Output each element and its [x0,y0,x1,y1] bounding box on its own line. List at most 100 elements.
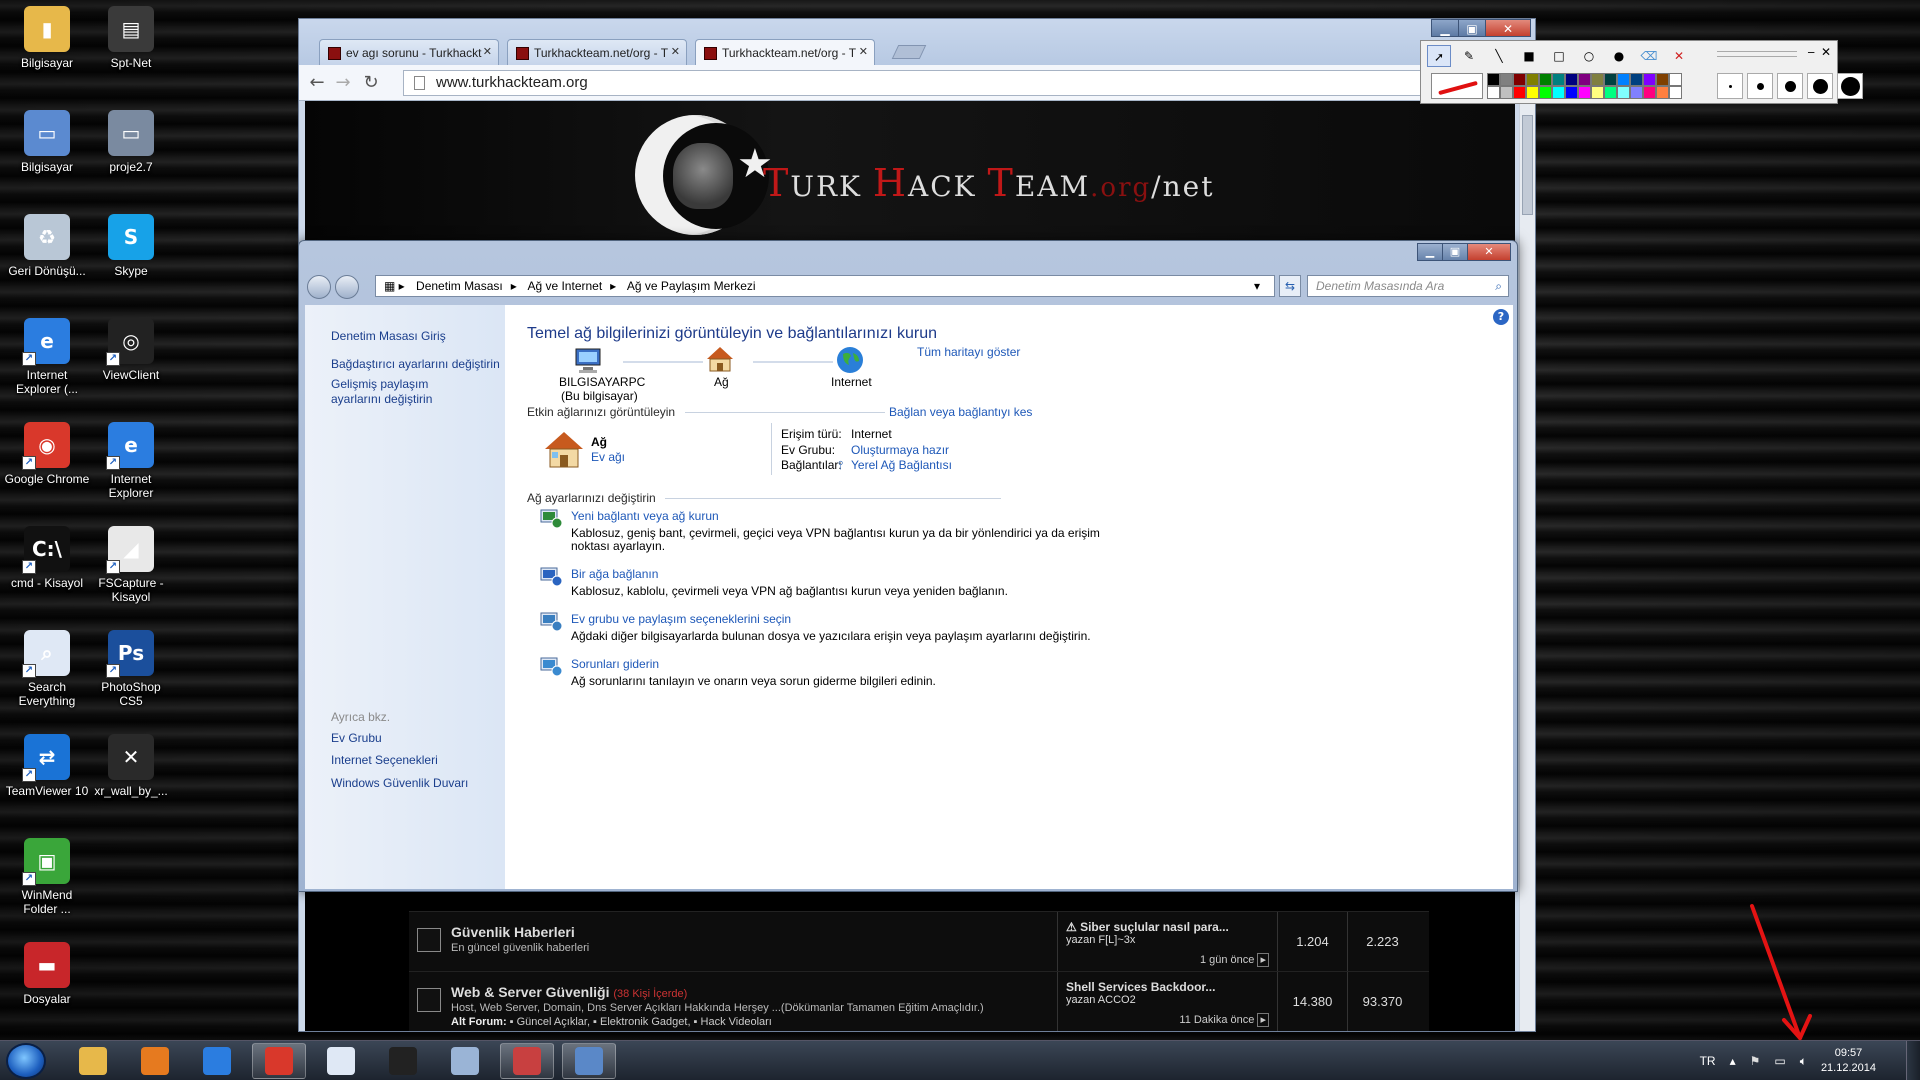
close-icon[interactable]: ✕ [671,45,680,58]
color-swatch[interactable] [1500,86,1513,99]
refresh-button[interactable]: ⇆ [1279,275,1301,297]
close-icon[interactable]: ✕ [859,45,868,58]
eraser-tool-icon[interactable]: ⌫ [1637,45,1661,67]
last-post-author[interactable]: yazan ACCO2 [1066,994,1269,1006]
color-swatch[interactable] [1630,86,1643,99]
minimize-button[interactable]: ‒ [1807,45,1815,59]
scrollbar-thumb[interactable] [1522,115,1533,215]
desktop-shortcut[interactable]: ▭ Bilgisayar [4,110,90,174]
close-icon[interactable]: ✕ [483,45,492,58]
task-link[interactable]: Ev grubu ve paylaşım seçeneklerini seçin [571,612,791,626]
reload-icon[interactable]: ↻ [359,72,383,93]
tab-2[interactable]: Turkhackteam.net/org - T ✕ [507,39,687,65]
taskbar-button[interactable] [500,1043,554,1079]
search-input[interactable]: Denetim Masasında Ara ⌕ [1307,275,1509,297]
color-swatch[interactable] [1630,73,1643,86]
network-type-link[interactable]: Ev ağı [591,450,625,464]
go-to-post-icon[interactable]: ▸ [1257,953,1269,967]
new-tab-button[interactable] [891,45,927,59]
color-swatch[interactable] [1604,73,1617,86]
color-swatch[interactable] [1513,86,1526,99]
breadcrumb-item[interactable]: Ağ ve Paylaşım Merkezi [627,279,756,293]
color-swatch[interactable] [1526,86,1539,99]
clear-tool-icon[interactable]: ✕ [1667,45,1691,67]
action-center-flag-icon[interactable]: ⚑ [1750,1054,1761,1068]
back-button[interactable] [307,275,331,299]
cp-home-link[interactable]: Denetim Masası Giriş [331,329,501,344]
search-icon[interactable]: ⌕ [1495,279,1502,294]
color-swatch[interactable] [1591,73,1604,86]
desktop-shortcut[interactable]: ♻ Geri Dönüşü... [4,214,90,278]
advanced-sharing-link[interactable]: Gelişmiş paylaşım ayarlarını değiştirin [331,377,471,407]
language-indicator[interactable]: TR [1700,1054,1716,1068]
help-icon[interactable]: ? [1493,309,1509,325]
desktop-shortcut[interactable]: ▬ Dosyalar [4,942,90,1006]
desktop-shortcut[interactable]: ▮ Bilgisayar [4,6,90,70]
desktop-shortcut[interactable]: C:\ ↗ cmd - Kisayol [4,526,90,590]
desktop-shortcut[interactable]: e ↗ Internet Explorer [88,422,174,500]
forum-title[interactable]: Güvenlik Haberleri [451,924,575,940]
desktop-shortcut[interactable]: ⌕ ↗ Search Everything [4,630,90,708]
breadcrumb-item[interactable]: Denetim Masası [416,279,503,293]
task-link[interactable]: Bir ağa bağlanın [571,567,658,581]
maximize-button[interactable]: ▣ [1458,19,1486,37]
taskbar-button[interactable] [562,1043,616,1079]
rect-tool-icon[interactable]: □ [1547,45,1571,67]
color-swatch[interactable] [1656,86,1669,99]
color-swatch[interactable] [1643,86,1656,99]
close-button[interactable]: ✕ [1821,45,1831,59]
color-swatch[interactable] [1552,73,1565,86]
desktop-shortcut[interactable]: S Skype [88,214,174,278]
desktop-shortcut[interactable]: ▣ ↗ WinMend Folder ... [4,838,90,916]
desktop-shortcut[interactable]: e ↗ Internet Explorer (... [4,318,90,396]
forum-title[interactable]: Web & Server Güvenliği (38 Kişi İçerde) [451,984,687,1000]
close-button[interactable]: ✕ [1467,243,1511,261]
forward-button[interactable] [335,275,359,299]
color-swatch[interactable] [1656,73,1669,86]
taskbar-button[interactable] [252,1043,306,1079]
color-swatch[interactable] [1565,73,1578,86]
brush-size-button[interactable] [1777,73,1803,99]
desktop-shortcut[interactable]: ✕ xr_wall_by_... [88,734,174,798]
color-swatch[interactable] [1669,86,1682,99]
color-swatch[interactable] [1617,86,1630,99]
desktop-shortcut[interactable]: ▭ proje2.7 [88,110,174,174]
show-full-map-link[interactable]: Tüm haritayı göster [917,345,1020,359]
color-swatch[interactable] [1578,73,1591,86]
homegroup-link[interactable]: Oluşturmaya hazır [851,443,949,457]
address-bar[interactable]: www.turkhackteam.org [403,70,1443,96]
volume-icon[interactable]: 🔈︎ [1800,1054,1807,1069]
chevron-down-icon[interactable]: ▾ [1254,279,1260,293]
tab-3[interactable]: Turkhackteam.net/org - T ✕ [695,39,875,65]
task-link[interactable]: Yeni bağlantı veya ağ kurun [571,509,719,523]
taskbar-button[interactable] [314,1043,368,1079]
last-post-title[interactable]: Shell Services Backdoor... [1066,980,1215,994]
last-post-title[interactable]: ⚠ Siber suçlular nasıl para... [1066,920,1229,934]
brush-size-button[interactable] [1837,73,1863,99]
breadcrumb-item[interactable]: Ağ ve Internet [527,279,602,293]
connect-disconnect-link[interactable]: Bağlan veya bağlantıyı kes [889,405,1032,419]
color-swatch[interactable] [1513,73,1526,86]
homegroup-link[interactable]: Ev Grubu [331,731,501,746]
color-swatch[interactable] [1552,86,1565,99]
line-tool-icon[interactable]: ╲ [1487,45,1511,67]
color-swatch[interactable] [1487,73,1500,86]
color-swatch[interactable] [1578,86,1591,99]
task-link[interactable]: Sorunları giderin [571,657,659,671]
connection-link[interactable]: Yerel Ağ Bağlantısı [851,458,952,472]
firewall-link[interactable]: Windows Güvenlik Duvarı [331,776,501,791]
desktop-shortcut[interactable]: ◢ ↗ FSCapture - Kisayol [88,526,174,604]
color-swatch[interactable] [1669,73,1682,86]
back-arrow-icon[interactable]: ← [305,72,329,93]
start-button[interactable] [6,1043,46,1079]
filled-ellipse-tool-icon[interactable]: ● [1607,45,1631,67]
page-scrollbar[interactable] [1519,101,1535,1031]
taskbar-button[interactable] [190,1043,244,1079]
desktop-shortcut[interactable]: ▤ Spt-Net [88,6,174,70]
color-swatch[interactable] [1617,73,1630,86]
color-swatch[interactable] [1539,73,1552,86]
brush-size-button[interactable] [1807,73,1833,99]
color-swatch[interactable] [1591,86,1604,99]
filled-rect-tool-icon[interactable]: ■ [1517,45,1541,67]
color-swatch[interactable] [1539,86,1552,99]
